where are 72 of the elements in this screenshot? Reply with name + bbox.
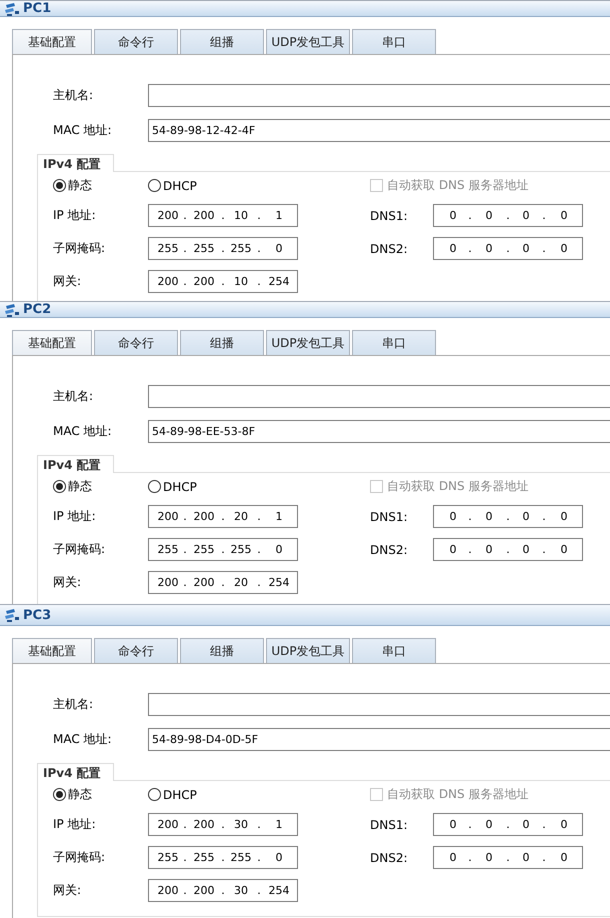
tab[interactable]: UDP发包工具 bbox=[266, 638, 350, 663]
field-label: 子网掩码: bbox=[53, 541, 106, 558]
field-label: MAC 地址: bbox=[53, 731, 113, 748]
group-legend: IPv4 配置 bbox=[37, 154, 114, 172]
tab[interactable]: UDP发包工具 bbox=[266, 330, 350, 355]
window-title: PC2 bbox=[23, 302, 52, 317]
field-label: DNS1: bbox=[370, 510, 408, 524]
tab[interactable]: 命令行 bbox=[94, 29, 178, 54]
field-label: 主机名: bbox=[53, 87, 94, 104]
hostname-field[interactable] bbox=[148, 385, 610, 408]
tab[interactable]: 组播 bbox=[180, 330, 264, 355]
field-label: 主机名: bbox=[53, 696, 94, 713]
dns-field[interactable]: 0 . 0 . 0 . 0 bbox=[433, 204, 583, 227]
dns-field[interactable]: 0 . 0 . 0 . 0 bbox=[433, 813, 583, 836]
tab[interactable]: 基础配置 bbox=[12, 330, 92, 355]
window-title: PC3 bbox=[23, 608, 52, 622]
field-label: DNS2: bbox=[370, 850, 408, 864]
mac-address-field[interactable]: 54-89-98-EE-53-8F bbox=[148, 420, 610, 443]
window-title: PC1 bbox=[23, 1, 52, 16]
field-label: DNS2: bbox=[370, 242, 408, 256]
dhcp-radio[interactable]: DHCP bbox=[148, 788, 298, 802]
field-label: DNS1: bbox=[370, 818, 408, 832]
mac-address-field[interactable]: 54-89-98-12-42-4F bbox=[148, 119, 610, 142]
network-icon bbox=[4, 302, 20, 316]
tab[interactable]: 命令行 bbox=[94, 638, 178, 663]
field-label: IP 地址: bbox=[53, 508, 97, 525]
tab[interactable]: 命令行 bbox=[94, 330, 178, 355]
tab[interactable]: 串口 bbox=[352, 638, 436, 663]
ip-address-field[interactable]: 200 . 200 . 10 . 1 bbox=[148, 204, 298, 227]
ip-address-field[interactable]: 200 . 200 . 20 . 1 bbox=[148, 505, 298, 528]
group-legend: IPv4 配置 bbox=[37, 763, 114, 781]
hostname-field[interactable] bbox=[148, 84, 610, 107]
network-icon bbox=[4, 608, 20, 622]
tab[interactable]: 基础配置 bbox=[12, 638, 92, 663]
field-label: DNS2: bbox=[370, 542, 408, 556]
ip-address-field[interactable]: 200 . 200 . 30 . 1 bbox=[148, 813, 298, 836]
static-radio[interactable]: 静态 bbox=[53, 478, 148, 495]
gateway-field[interactable]: 200 . 200 . 20 . 254 bbox=[148, 571, 298, 594]
field-label: 主机名: bbox=[53, 388, 94, 405]
subnet-mask-field[interactable]: 255 . 255 . 255 . 0 bbox=[148, 237, 298, 260]
static-radio[interactable]: 静态 bbox=[53, 786, 148, 803]
field-label: MAC 地址: bbox=[53, 423, 113, 440]
field-label: IP 地址: bbox=[53, 816, 97, 833]
field-label: 网关: bbox=[53, 574, 82, 591]
field-label: 子网掩码: bbox=[53, 240, 106, 257]
dhcp-radio[interactable]: DHCP bbox=[148, 178, 298, 192]
tab[interactable]: 串口 bbox=[352, 29, 436, 54]
field-label: 网关: bbox=[53, 882, 82, 899]
field-label: 网关: bbox=[53, 273, 82, 290]
field-label: DNS1: bbox=[370, 208, 408, 222]
field-label: MAC 地址: bbox=[53, 122, 113, 139]
subnet-mask-field[interactable]: 255 . 255 . 255 . 0 bbox=[148, 846, 298, 869]
mac-address-field[interactable]: 54-89-98-D4-0D-5F bbox=[148, 728, 610, 751]
static-radio[interactable]: 静态 bbox=[53, 177, 148, 194]
dns-field[interactable]: 0 . 0 . 0 . 0 bbox=[433, 237, 583, 260]
network-icon bbox=[4, 2, 20, 16]
gateway-field[interactable]: 200 . 200 . 10 . 254 bbox=[148, 270, 298, 293]
dns-field[interactable]: 0 . 0 . 0 . 0 bbox=[433, 505, 583, 528]
tab[interactable]: UDP发包工具 bbox=[266, 29, 350, 54]
group-legend: IPv4 配置 bbox=[37, 455, 114, 473]
dns-field[interactable]: 0 . 0 . 0 . 0 bbox=[433, 538, 583, 561]
field-label: 子网掩码: bbox=[53, 849, 106, 866]
gateway-field[interactable]: 200 . 200 . 30 . 254 bbox=[148, 879, 298, 902]
tab[interactable]: 组播 bbox=[180, 29, 264, 54]
dhcp-radio[interactable]: DHCP bbox=[148, 480, 298, 494]
subnet-mask-field[interactable]: 255 . 255 . 255 . 0 bbox=[148, 538, 298, 561]
field-label: IP 地址: bbox=[53, 207, 97, 224]
tab[interactable]: 串口 bbox=[352, 330, 436, 355]
dns-field[interactable]: 0 . 0 . 0 . 0 bbox=[433, 846, 583, 869]
tab[interactable]: 基础配置 bbox=[12, 29, 92, 54]
hostname-field[interactable] bbox=[148, 693, 610, 716]
tab[interactable]: 组播 bbox=[180, 638, 264, 663]
